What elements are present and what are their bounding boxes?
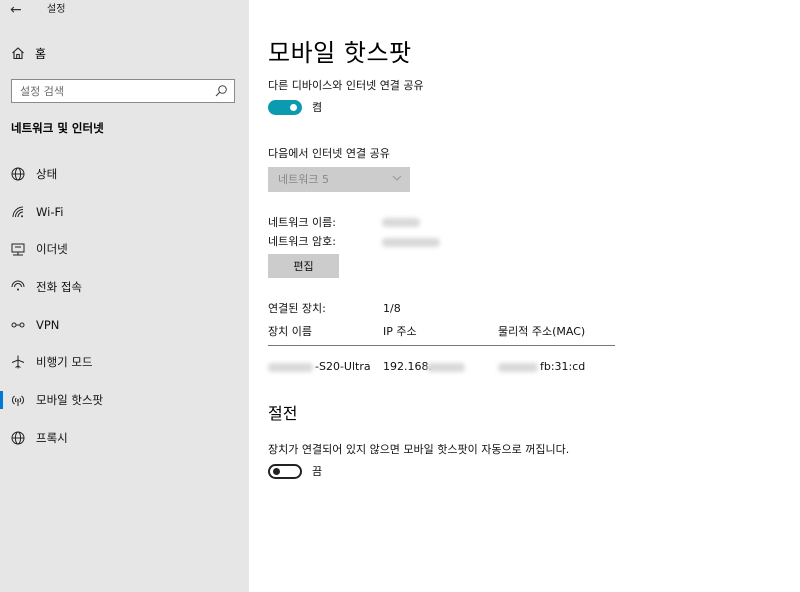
device-ip: 192.168. [383,360,432,373]
ethernet-icon [10,241,26,257]
search-input[interactable] [20,83,210,99]
sidebar-item-label: Wi-Fi [36,205,64,219]
hotspot-icon [10,392,26,408]
device-mac: fb:31:cd [540,360,586,373]
device-name-redacted [268,363,313,372]
wifi-icon [10,204,26,220]
device-mac-redacted [498,363,538,372]
main-content: 모바일 핫스팟 다른 디바이스와 인터넷 연결 공유 켬 다음에서 인터넷 연결… [249,0,800,592]
page-title: 모바일 핫스팟 [268,39,412,67]
sidebar: ← 설정 홈 네트워크 및 인터넷 상태 Wi-Fi 이더넷 전화 접속 [0,0,249,592]
power-saving-toggle[interactable] [268,464,302,479]
sidebar-item-label: 이더넷 [36,242,68,256]
sidebar-item-mobile-hotspot[interactable]: 모바일 핫스팟 [0,387,249,413]
sidebar-item-status[interactable]: 상태 [0,161,249,187]
col-header-ip: IP 주소 [383,325,417,338]
home-label: 홈 [35,47,47,61]
device-ip-redacted [427,363,465,372]
col-header-mac: 물리적 주소(MAC) [498,325,586,338]
device-name: -S20-Ultra [315,360,371,373]
globe-icon [10,430,26,446]
share-toggle-state: 켬 [312,101,323,114]
sidebar-item-label: VPN [36,318,60,332]
sidebar-item-label: 비행기 모드 [36,355,93,369]
search-box[interactable] [11,79,235,103]
search-icon[interactable] [214,84,228,98]
share-from-label: 다음에서 인터넷 연결 공유 [268,147,390,160]
sidebar-item-proxy[interactable]: 프록시 [0,425,249,451]
table-divider [268,345,615,346]
sidebar-item-label: 프록시 [36,431,68,445]
sidebar-item-label: 전화 접속 [36,280,82,294]
dialup-icon [10,279,26,295]
sidebar-item-ethernet[interactable]: 이더넷 [0,236,249,262]
power-toggle-state: 끔 [312,465,323,478]
share-connection-toggle[interactable] [268,100,302,115]
app-title: 설정 [47,4,66,15]
power-saving-title: 절전 [268,404,298,423]
toggle-knob [273,468,280,475]
col-header-device-name: 장치 이름 [268,325,312,338]
network-password-value-redacted [382,238,440,247]
title-bar: ← 설정 [0,0,249,24]
share-from-dropdown[interactable]: 네트워크 5 [268,167,410,192]
network-name-label: 네트워크 이름: [268,216,336,229]
back-arrow-icon[interactable]: ← [10,2,22,18]
sidebar-item-home[interactable]: 홈 [0,44,249,66]
connected-devices-value: 1/8 [383,302,401,315]
globe-status-icon [10,166,26,182]
share-from-value: 네트워크 5 [278,173,329,186]
toggle-knob [290,104,297,111]
home-icon [11,46,25,64]
network-name-value-redacted [382,218,420,227]
sidebar-item-vpn[interactable]: VPN [0,312,249,338]
sidebar-item-wifi[interactable]: Wi-Fi [0,199,249,225]
power-saving-description: 장치가 연결되어 있지 않으면 모바일 핫스팟이 자동으로 꺼집니다. [268,443,570,456]
edit-button[interactable]: 편집 [268,254,339,278]
sidebar-item-label: 모바일 핫스팟 [36,393,104,407]
sidebar-item-dialup[interactable]: 전화 접속 [0,274,249,300]
vpn-icon [10,317,26,333]
section-title: 네트워크 및 인터넷 [11,121,104,135]
sidebar-item-label: 상태 [36,167,58,181]
chevron-down-icon [392,175,402,181]
connected-devices-label: 연결된 장치: [268,302,326,315]
network-password-label: 네트워크 암호: [268,235,336,248]
airplane-icon [10,354,26,370]
sidebar-item-airplane-mode[interactable]: 비행기 모드 [0,349,249,375]
share-connection-label: 다른 디바이스와 인터넷 연결 공유 [268,79,424,92]
